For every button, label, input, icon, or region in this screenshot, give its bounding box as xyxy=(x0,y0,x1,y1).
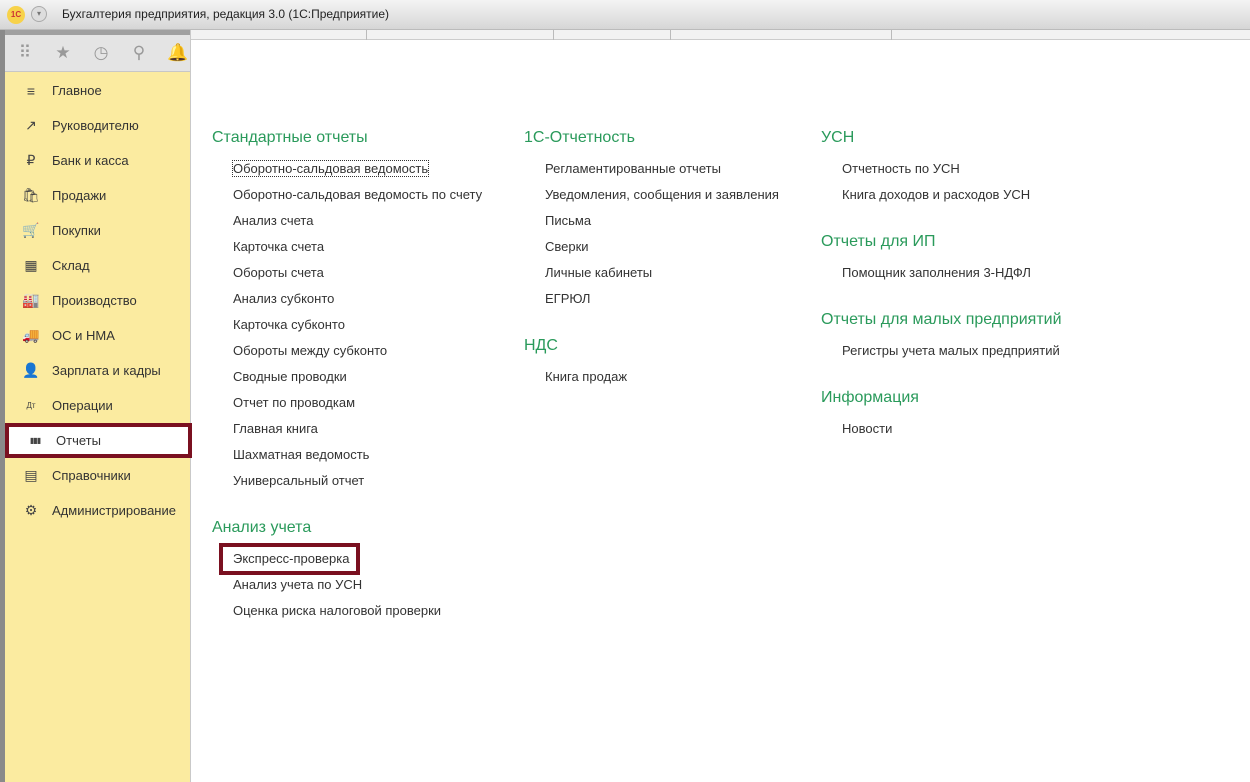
sidebar-item[interactable]: ↗ Руководителю xyxy=(5,108,191,143)
section-heading: Отчеты для ИП xyxy=(821,233,936,250)
sidebar-item[interactable]: 🛍 Продажи xyxy=(5,178,191,213)
sidebar-icon: Дт xyxy=(26,401,36,410)
bell-icon[interactable]: 🔔 xyxy=(167,43,188,63)
report-link[interactable]: Уведомления, сообщения и заявления xyxy=(545,187,779,202)
sidebar-icon: ₽ xyxy=(26,152,36,168)
sidebar-item-label: Производство xyxy=(52,293,137,308)
report-link[interactable]: Сводные проводки xyxy=(233,369,347,384)
sidebar-icon: 🛒 xyxy=(22,222,40,238)
report-link[interactable]: Анализ учета по УСН xyxy=(233,577,362,592)
main-menu-button[interactable]: ▾ xyxy=(31,6,47,22)
sidebar-icon: ▦ xyxy=(24,257,38,273)
section-heading: Стандартные отчеты xyxy=(212,129,368,146)
report-link[interactable]: Оценка риска налоговой проверки xyxy=(233,603,441,618)
highlight-frame xyxy=(219,543,360,575)
report-link[interactable]: Анализ субконто xyxy=(233,291,334,306)
sidebar-item[interactable]: ≡ Главное xyxy=(5,73,191,108)
sidebar-icon: 👤 xyxy=(22,362,40,378)
sidebar-item[interactable]: 🛒 Покупки xyxy=(5,213,191,248)
report-link[interactable]: Личные кабинеты xyxy=(545,265,652,280)
report-link[interactable]: Регистры учета малых предприятий xyxy=(842,343,1060,358)
tab-divider xyxy=(670,30,671,40)
search-icon[interactable]: ⚲ xyxy=(129,43,149,63)
section-heading: НДС xyxy=(524,337,558,354)
report-link[interactable]: Книга доходов и расходов УСН xyxy=(842,187,1030,202)
title-bar: 1С ▾ Бухгалтерия предприятия, редакция 3… xyxy=(0,0,1250,30)
sidebar-icon: 🚚 xyxy=(22,327,40,343)
sidebar-item-label: Банк и касса xyxy=(52,153,129,168)
star-icon[interactable]: ★ xyxy=(53,43,73,63)
report-link[interactable]: Регламентированные отчеты xyxy=(545,161,721,176)
report-link[interactable]: Книга продаж xyxy=(545,369,627,384)
report-link[interactable]: Карточка счета xyxy=(233,239,324,254)
section-heading: УСН xyxy=(821,129,855,146)
sidebar-item-label: Главное xyxy=(52,83,102,98)
1c-logo-icon[interactable]: 1С xyxy=(7,6,25,24)
sidebar-item-label: Операции xyxy=(52,398,113,413)
report-link[interactable]: Сверки xyxy=(545,239,589,254)
sidebar-item[interactable]: 🏭 Производство xyxy=(5,283,191,318)
tab-divider xyxy=(891,30,892,40)
sidebar-item[interactable]: ▦ Склад xyxy=(5,248,191,283)
history-icon[interactable]: ◷ xyxy=(91,43,111,63)
report-link[interactable]: ЕГРЮЛ xyxy=(545,291,590,306)
section-heading: Информация xyxy=(821,389,919,406)
sidebar-item-label: Склад xyxy=(52,258,90,273)
sidebar-icon: ↗ xyxy=(25,117,37,133)
sidebar-item-label: Отчеты xyxy=(56,433,101,448)
sidebar-item-label: Зарплата и кадры xyxy=(52,363,161,378)
report-link[interactable]: Помощник заполнения 3-НДФЛ xyxy=(842,265,1031,280)
sidebar-item[interactable]: ▤ Справочники xyxy=(5,458,191,493)
sidebar-icon: ≡ xyxy=(26,82,36,99)
report-link[interactable]: Письма xyxy=(545,213,591,228)
window-title: Бухгалтерия предприятия, редакция 3.0 (1… xyxy=(62,7,390,21)
report-link[interactable]: Отчетность по УСН xyxy=(842,161,960,176)
report-link[interactable]: Новости xyxy=(842,421,892,436)
section-heading: Анализ учета xyxy=(212,519,312,536)
report-link[interactable]: Оборотно-сальдовая ведомость по счету xyxy=(233,187,482,202)
tab-divider xyxy=(366,30,367,40)
sidebar-icon: ▮▮▮ xyxy=(29,436,41,445)
report-link[interactable]: Обороты счета xyxy=(233,265,324,280)
report-link[interactable]: Оборотно-сальдовая ведомость xyxy=(231,160,430,177)
section-heading: Отчеты для малых предприятий xyxy=(821,311,1062,328)
sidebar-toolbar: ⠿ ★ ◷ ⚲ 🔔 xyxy=(5,30,190,72)
sidebar-item[interactable]: ▮▮▮ Отчеты xyxy=(5,423,192,458)
report-link[interactable]: Карточка субконто xyxy=(233,317,345,332)
sidebar-item-label: Покупки xyxy=(52,223,101,238)
sidebar-item-label: Администрирование xyxy=(52,503,176,518)
sidebar-icon: 🏭 xyxy=(22,292,40,308)
sidebar-item-label: Руководителю xyxy=(52,118,139,133)
sidebar-item[interactable]: 👤 Зарплата и кадры xyxy=(5,353,191,388)
sidebar-item-label: Продажи xyxy=(52,188,107,203)
sidebar-item-label: Справочники xyxy=(52,468,131,483)
report-link[interactable]: Обороты между субконто xyxy=(233,343,387,358)
section-heading: 1С-Отчетность xyxy=(524,129,635,146)
tab-strip xyxy=(191,30,1250,40)
sidebar-item[interactable]: Дт Операции xyxy=(5,388,191,423)
tab-divider xyxy=(553,30,554,40)
report-link[interactable]: Главная книга xyxy=(233,421,318,436)
sidebar-item-label: ОС и НМА xyxy=(52,328,115,343)
report-link[interactable]: Универсальный отчет xyxy=(233,473,364,488)
report-link[interactable]: Отчет по проводкам xyxy=(233,395,355,410)
sidebar-item[interactable]: ₽ Банк и касса xyxy=(5,143,191,178)
sidebar-icon: 🛍 xyxy=(22,187,40,203)
sidebar-item[interactable]: 🚚 ОС и НМА xyxy=(5,318,191,353)
sidebar-icon: ▤ xyxy=(24,467,38,483)
report-link[interactable]: Анализ счета xyxy=(233,213,313,228)
apps-grid-icon[interactable]: ⠿ xyxy=(15,43,35,63)
report-link[interactable]: Шахматная ведомость xyxy=(233,447,369,462)
sidebar-icon: ⚙ xyxy=(24,502,38,518)
sidebar-item[interactable]: ⚙ Администрирование xyxy=(5,493,191,528)
sidebar: ⠿ ★ ◷ ⚲ 🔔 ≡ Главное ↗ Руководителю ₽ Банк и к… xyxy=(5,30,192,782)
